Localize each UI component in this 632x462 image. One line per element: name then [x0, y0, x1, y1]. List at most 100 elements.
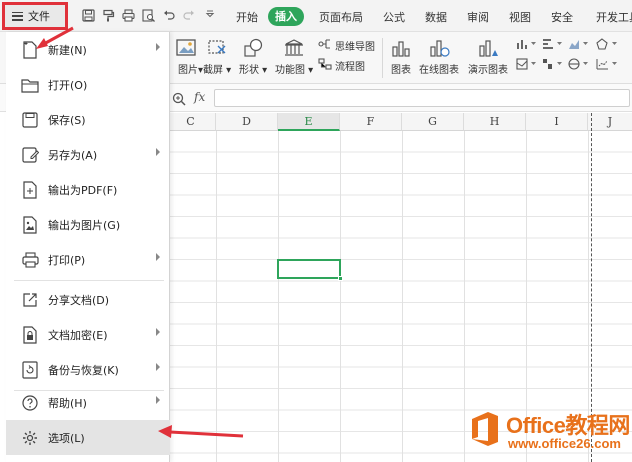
column-header-d[interactable]: D [216, 113, 278, 131]
mindmap-icon [318, 38, 332, 53]
customize-toolbar-icon[interactable] [205, 9, 215, 19]
picture-button[interactable]: 图片▾ [166, 36, 203, 76]
menu-item-open[interactable]: 打开(O) [6, 67, 170, 102]
menu-item-options[interactable]: 选项(L) [6, 420, 170, 455]
chart-button[interactable]: 图表 [390, 36, 412, 76]
column-header-g[interactable]: G [402, 113, 464, 131]
backup-icon [20, 360, 40, 380]
menu-item-export-image[interactable]: 输出为图片(G) [6, 207, 170, 242]
smartart-button[interactable]: 功能图 ▾ [275, 36, 313, 76]
fx-icon[interactable]: fx [194, 90, 205, 104]
screenshot-button[interactable]: 截屏 ▾ [203, 36, 231, 76]
menu-item-share[interactable]: 分享文档(D) [6, 282, 170, 317]
share-icon [20, 290, 40, 310]
chevron-right-icon [156, 328, 160, 336]
radar-chart-icon[interactable] [596, 38, 622, 50]
column-header-j[interactable]: J [588, 113, 632, 131]
menu-item-backup[interactable]: 备份与恢复(K) [6, 352, 170, 387]
shapes-button[interactable]: 形状 ▾ [239, 36, 267, 76]
online-chart-button[interactable]: 在线图表 [419, 36, 459, 76]
tab-view[interactable]: 视图 [509, 9, 531, 25]
shapes-label: 形状 [239, 65, 259, 76]
format-painter-icon[interactable] [102, 9, 115, 22]
menu-item-encrypt-label: 文档加密(E) [48, 329, 108, 342]
menu-item-save[interactable]: 保存(S) [6, 102, 170, 137]
online-chart-icon [427, 36, 451, 58]
tab-insert[interactable]: 插入 [268, 7, 304, 26]
scatter-chart-icon[interactable] [516, 58, 538, 70]
menu-item-backup-label: 备份与恢复(K) [48, 364, 119, 377]
file-dropdown-menu: 新建(N) 打开(O) 保存(S) 另存为(A) 输出为PDF(F) 输出为图片… [6, 32, 170, 462]
column-chart-icon[interactable] [516, 38, 538, 50]
save-as-icon [20, 145, 40, 165]
menu-item-save-as[interactable]: 另存为(A) [6, 137, 170, 172]
new-file-icon [20, 40, 40, 60]
menu-item-print-label: 打印(P) [48, 254, 86, 267]
column-header-e[interactable]: E [278, 113, 340, 131]
demo-chart-button[interactable]: 演示图表 [468, 36, 508, 76]
tab-security[interactable]: 安全 [551, 9, 573, 25]
tab-data[interactable]: 数据 [425, 9, 447, 25]
gear-icon [20, 428, 40, 448]
mindmap-label: 思维导图 [335, 42, 375, 53]
chevron-right-icon [156, 363, 160, 371]
menu-item-help-label: 帮助(H) [48, 397, 87, 410]
menu-item-share-label: 分享文档(D) [48, 294, 110, 307]
screenshot-label: 截屏 [203, 65, 223, 76]
chevron-right-icon [156, 253, 160, 261]
undo-icon[interactable] [163, 9, 175, 21]
bar-chart-icon[interactable] [542, 38, 564, 50]
mindmap-button[interactable]: 思维导图 [318, 38, 375, 53]
tab-page-layout[interactable]: 页面布局 [319, 9, 363, 25]
printer-icon [20, 250, 40, 270]
chevron-right-icon [156, 396, 160, 404]
menu-divider [14, 280, 164, 281]
folder-icon [20, 75, 40, 95]
menu-item-new[interactable]: 新建(N) [6, 32, 170, 67]
tab-review[interactable]: 审阅 [467, 9, 489, 25]
file-menu-button[interactable]: 文件 [2, 2, 68, 30]
menu-item-export-pdf[interactable]: 输出为PDF(F) [6, 172, 170, 207]
column-header-h[interactable]: H [464, 113, 526, 131]
pie-chart-icon[interactable] [568, 58, 590, 70]
tab-home[interactable]: 开始 [236, 9, 258, 25]
area-chart-icon[interactable] [568, 38, 590, 50]
tab-formulas[interactable]: 公式 [383, 9, 405, 25]
menu-item-encrypt[interactable]: 文档加密(E) [6, 317, 170, 352]
menu-item-print[interactable]: 打印(P) [6, 242, 170, 277]
print-icon[interactable] [122, 9, 135, 22]
menu-item-save-label: 保存(S) [48, 114, 86, 127]
help-icon [20, 393, 40, 413]
site-watermark: Office教程网 www.office26.com [468, 406, 632, 458]
picture-label: 图片 [178, 65, 198, 76]
chart-label: 图表 [391, 65, 411, 76]
spreadsheet-window: 文件 开始 插入 页面布局 公式 数据 审阅 视图 安全 开发工具 [0, 0, 632, 462]
selected-cell[interactable] [277, 259, 343, 281]
file-menu-label: 文件 [28, 10, 50, 23]
formula-input[interactable] [214, 89, 630, 107]
combo-chart-icon[interactable] [596, 58, 622, 70]
print-preview-icon[interactable] [142, 9, 155, 22]
menu-item-new-label: 新建(N) [48, 44, 87, 57]
demo-chart-icon [476, 36, 500, 58]
column-header-f[interactable]: F [340, 113, 402, 131]
export-pdf-icon [20, 180, 40, 200]
stock-chart-icon[interactable] [542, 58, 564, 70]
flowchart-label: 流程图 [335, 62, 365, 73]
menu-item-options-label: 选项(L) [48, 432, 85, 445]
ribbon-separator [382, 38, 383, 78]
column-header-c[interactable]: C [166, 113, 216, 131]
online-chart-label: 在线图表 [419, 65, 459, 76]
fill-handle[interactable] [338, 276, 343, 281]
save-icon[interactable] [82, 9, 95, 22]
demo-chart-label: 演示图表 [468, 65, 508, 76]
redo-icon[interactable] [183, 9, 195, 21]
column-header-i[interactable]: I [526, 113, 588, 131]
smartart-label: 功能图 [275, 65, 305, 76]
flowchart-button[interactable]: 流程图 [318, 58, 365, 73]
menu-item-export-pdf-label: 输出为PDF(F) [48, 184, 118, 197]
zoom-formula-icon[interactable] [172, 91, 186, 110]
shapes-icon [242, 36, 264, 58]
menu-item-help[interactable]: 帮助(H) [6, 385, 170, 420]
tab-developer[interactable]: 开发工具 [596, 9, 632, 25]
